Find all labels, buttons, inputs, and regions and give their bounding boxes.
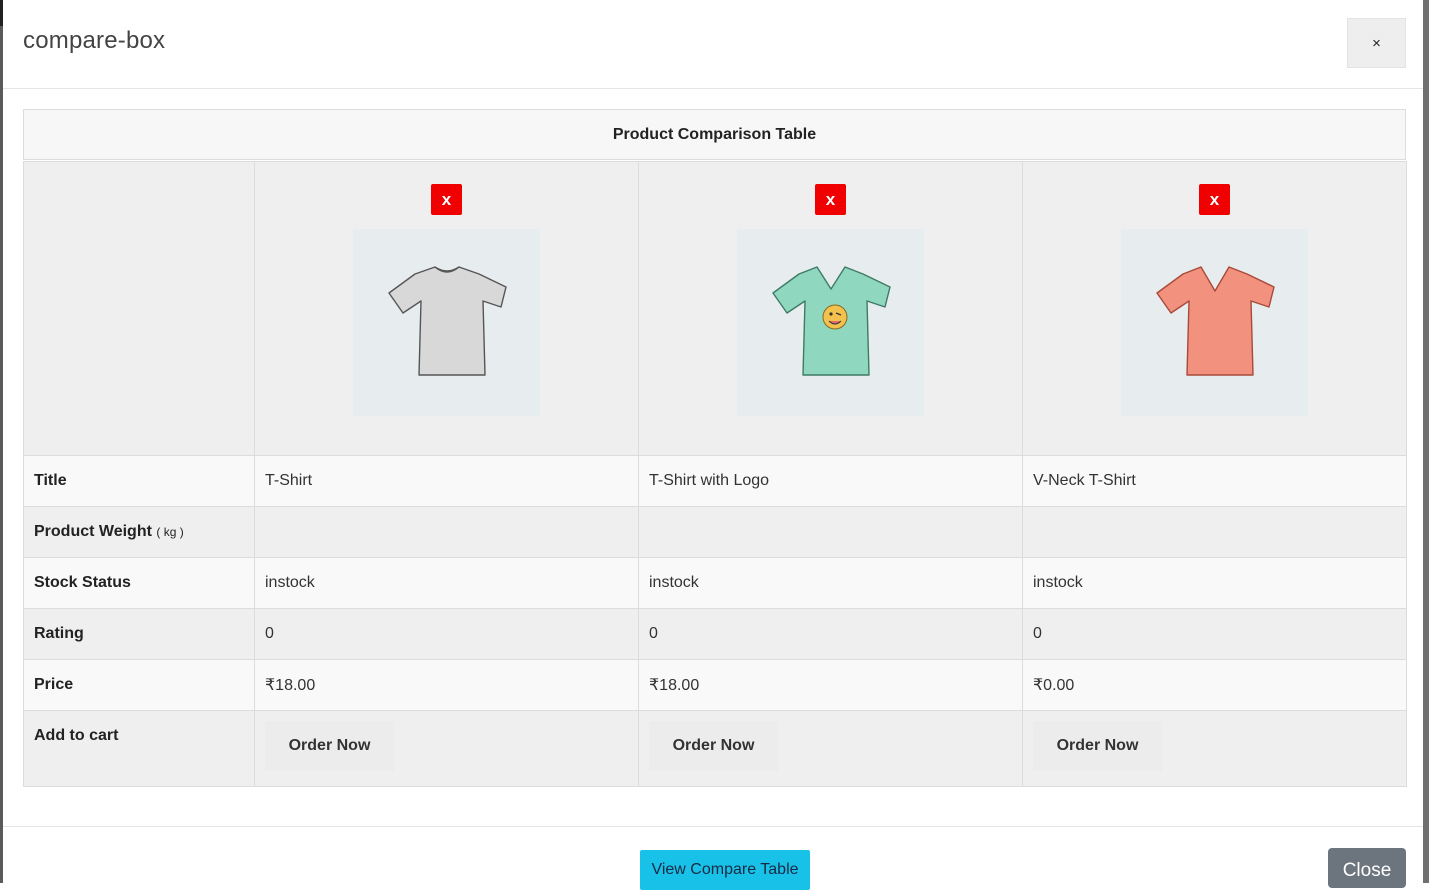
table-caption: Product Comparison Table (23, 109, 1406, 160)
compare-modal: compare-box × Product Comparison Table x (3, 0, 1423, 890)
weight-label-text: Product Weight (34, 523, 152, 540)
image-row-label (23, 161, 255, 456)
modal-footer: View Compare Table Close (3, 826, 1423, 890)
comparison-table: x x x Title T-Shirt T-Shirt with Logo V-… (23, 161, 1407, 787)
modal-header: compare-box × (3, 0, 1423, 89)
product-stock: instock (638, 557, 1023, 609)
price-row: Price ₹18.00 ₹18.00 ₹0.00 (23, 659, 1407, 711)
title-label: Title (23, 455, 255, 507)
product-weight (254, 506, 639, 558)
cart-row: Add to cart Order Now Order Now Order No… (23, 710, 1407, 787)
product-image-cell: x (1022, 161, 1407, 456)
background-edge-right (1423, 0, 1429, 883)
product-stock: instock (1022, 557, 1407, 609)
order-cell: Order Now (1022, 710, 1407, 787)
image-row: x x x (23, 161, 1407, 456)
product-weight (638, 506, 1023, 558)
remove-product-button[interactable]: x (431, 184, 462, 215)
weight-label: Product Weight ( kg ) (23, 506, 255, 558)
remove-product-button[interactable]: x (815, 184, 846, 215)
rating-row: Rating 0 0 0 (23, 608, 1407, 660)
title-row: Title T-Shirt T-Shirt with Logo V-Neck T… (23, 455, 1407, 507)
product-title: T-Shirt (254, 455, 639, 507)
product-title: V-Neck T-Shirt (1022, 455, 1407, 507)
stock-label: Stock Status (23, 557, 255, 609)
price-label: Price (23, 659, 255, 711)
order-now-button[interactable]: Order Now (265, 721, 394, 771)
remove-product-button[interactable]: x (1199, 184, 1230, 215)
stock-row: Stock Status instock instock instock (23, 557, 1407, 609)
order-cell: Order Now (638, 710, 1023, 787)
comparison-table-wrap: Product Comparison Table x x x Title T-S… (23, 109, 1407, 787)
cart-label: Add to cart (23, 710, 255, 787)
order-now-button[interactable]: Order Now (649, 721, 778, 771)
product-stock: instock (254, 557, 639, 609)
product-price: ₹18.00 (638, 659, 1023, 711)
product-image[interactable] (353, 229, 540, 416)
product-image-cell: x (254, 161, 639, 456)
product-title: T-Shirt with Logo (638, 455, 1023, 507)
product-image[interactable] (1121, 229, 1308, 416)
close-icon[interactable]: × (1347, 18, 1406, 68)
product-rating: 0 (1022, 608, 1407, 660)
modal-title: compare-box (23, 27, 166, 54)
product-price: ₹18.00 (254, 659, 639, 711)
order-cell: Order Now (254, 710, 639, 787)
product-image[interactable] (737, 229, 924, 416)
close-button[interactable]: Close (1328, 848, 1406, 888)
rating-label: Rating (23, 608, 255, 660)
weight-row: Product Weight ( kg ) (23, 506, 1407, 558)
product-rating: 0 (638, 608, 1023, 660)
view-compare-table-button[interactable]: View Compare Table (640, 850, 810, 890)
product-image-cell: x (638, 161, 1023, 456)
product-price: ₹0.00 (1022, 659, 1407, 711)
weight-unit: ( kg ) (156, 525, 184, 539)
product-rating: 0 (254, 608, 639, 660)
product-weight (1022, 506, 1407, 558)
order-now-button[interactable]: Order Now (1033, 721, 1162, 771)
